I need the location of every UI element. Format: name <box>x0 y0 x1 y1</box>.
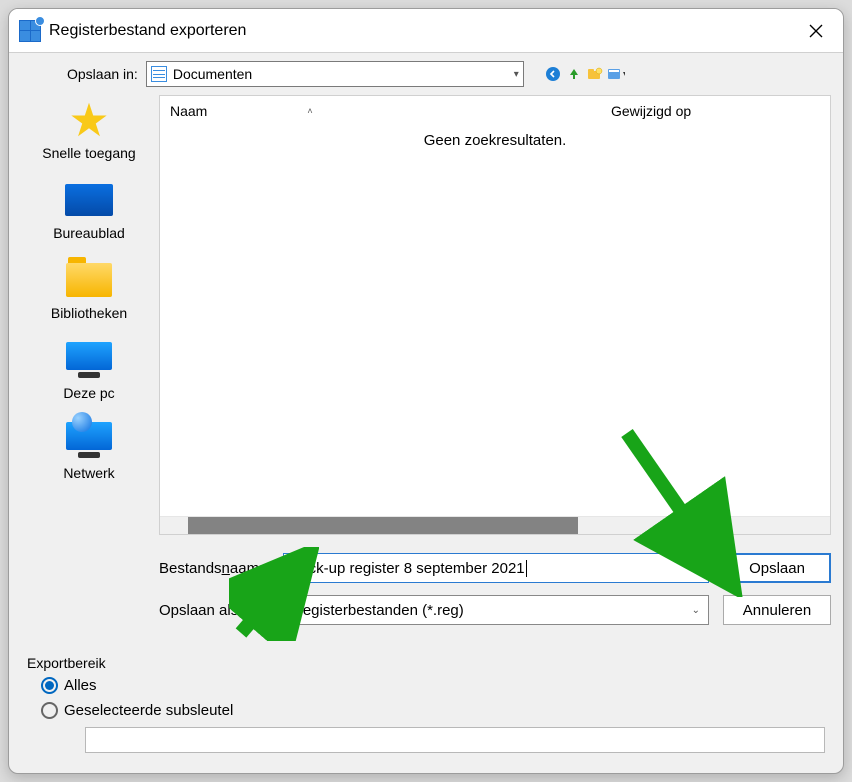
up-one-level-button[interactable] <box>565 65 583 83</box>
toolbar-buttons <box>544 65 625 83</box>
save-as-type-label: Opslaan als: <box>159 602 283 619</box>
body-area: ★ Snelle toegang Bureaublad Bibliotheken… <box>9 95 843 651</box>
filename-form: Bestandsnaam: back-up register 8 septemb… <box>159 535 831 643</box>
chevron-down-icon: ▾ <box>514 69 519 80</box>
regedit-icon <box>19 20 41 42</box>
documents-icon <box>151 66 167 82</box>
place-network[interactable]: Netwerk <box>63 419 115 481</box>
save-in-selector[interactable]: Documenten ▾ <box>146 61 524 87</box>
folder-icon <box>63 259 115 301</box>
close-icon <box>809 24 823 38</box>
file-list-header: Naam ˄ Gewijzigd op <box>160 96 830 126</box>
window-title: Registerbestand exporteren <box>49 22 793 40</box>
cancel-button[interactable]: Annuleren <box>723 595 831 625</box>
radio-icon <box>41 702 58 719</box>
export-range-legend: Exportbereik <box>27 655 106 671</box>
filename-label: Bestandsnaam: <box>159 560 283 577</box>
star-icon: ★ <box>63 99 115 141</box>
place-this-pc[interactable]: Deze pc <box>63 339 115 401</box>
no-results-message: Geen zoekresultaten. <box>160 126 830 149</box>
column-header-name[interactable]: Naam ˄ <box>160 103 600 119</box>
horizontal-scrollbar[interactable] <box>160 516 830 534</box>
close-button[interactable] <box>793 9 839 52</box>
save-in-label: Opslaan in: <box>67 66 138 82</box>
back-button[interactable] <box>544 65 562 83</box>
scrollbar-thumb[interactable] <box>188 517 578 534</box>
text-caret <box>526 560 527 577</box>
place-quick-access[interactable]: ★ Snelle toegang <box>42 99 135 161</box>
radio-checked-icon <box>41 677 58 694</box>
save-in-folder: Documenten <box>173 66 252 82</box>
network-icon <box>63 419 115 461</box>
column-header-modified[interactable]: Gewijzigd op <box>600 103 830 119</box>
save-in-toolbar: Opslaan in: Documenten ▾ <box>9 53 843 95</box>
selected-branch-input[interactable] <box>85 727 825 753</box>
file-list[interactable]: Naam ˄ Gewijzigd op Geen zoekresultaten. <box>159 95 831 535</box>
new-folder-button[interactable] <box>586 65 604 83</box>
places-bar: ★ Snelle toegang Bureaublad Bibliotheken… <box>19 95 159 643</box>
place-libraries[interactable]: Bibliotheken <box>51 259 127 321</box>
chevron-down-icon: ⌄ <box>692 605 700 616</box>
export-range-selected-branch[interactable]: Geselecteerde subsleutel <box>41 702 819 719</box>
export-range-all[interactable]: Alles <box>41 677 819 694</box>
view-menu-button[interactable] <box>607 65 625 83</box>
export-registry-dialog: Registerbestand exporteren Opslaan in: D… <box>8 8 844 774</box>
export-range-group: Exportbereik Alles Geselecteerde subsleu… <box>27 659 833 763</box>
filename-input[interactable]: back-up register 8 september 2021 ⌄ <box>283 553 709 583</box>
save-button[interactable]: Opslaan <box>723 553 831 583</box>
save-as-type-select[interactable]: Registerbestanden (*.reg) ⌄ <box>283 595 709 625</box>
sort-ascending-icon: ˄ <box>307 106 312 116</box>
main-pane: Naam ˄ Gewijzigd op Geen zoekresultaten.… <box>159 95 831 643</box>
titlebar: Registerbestand exporteren <box>9 9 843 53</box>
desktop-icon <box>63 179 115 221</box>
chevron-down-icon: ⌄ <box>692 563 700 574</box>
monitor-icon <box>63 339 115 381</box>
place-desktop[interactable]: Bureaublad <box>53 179 125 241</box>
